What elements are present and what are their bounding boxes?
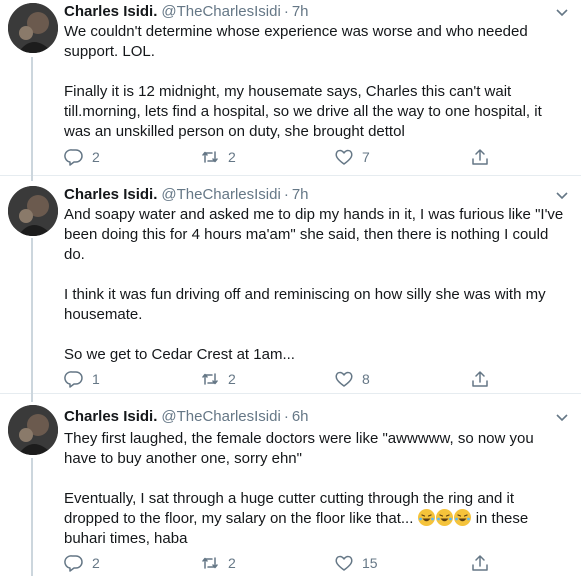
share-button[interactable] <box>470 369 490 389</box>
like-count: 8 <box>362 371 370 387</box>
reply-icon <box>64 149 83 166</box>
tweet-header: Charles Isidi. @TheCharlesIsidi · 7h <box>64 186 309 204</box>
chevron-down-icon[interactable] <box>555 411 569 425</box>
separator: · <box>283 3 289 20</box>
retweet-count: 2 <box>228 149 236 165</box>
reply-icon <box>64 371 83 388</box>
timestamp[interactable]: 7h <box>292 186 309 203</box>
share-button[interactable] <box>470 147 490 167</box>
like-icon <box>335 555 353 571</box>
separator: · <box>283 408 289 425</box>
share-icon <box>472 149 488 165</box>
tweet-text: They first laughed, the female doctors w… <box>64 429 569 549</box>
tweet-actions: 2 2 15 <box>64 553 504 573</box>
tweet-actions: 2 2 7 <box>64 147 504 167</box>
like-icon <box>335 371 353 387</box>
user-handle[interactable]: @TheCharlesIsidi <box>161 186 280 203</box>
retweet-count: 2 <box>228 555 236 571</box>
rolling-on-floor-laughing-emoji <box>435 509 453 526</box>
avatar[interactable] <box>8 186 58 236</box>
retweet-count: 2 <box>228 371 236 387</box>
retweet-button[interactable]: 2 <box>200 369 236 389</box>
tweet-header: Charles Isidi. @TheCharlesIsidi · 7h <box>64 3 309 21</box>
retweet-icon <box>202 151 218 163</box>
timestamp[interactable]: 6h <box>292 408 309 425</box>
share-icon <box>472 371 488 387</box>
display-name[interactable]: Charles Isidi. <box>64 186 157 203</box>
user-handle[interactable]: @TheCharlesIsidi <box>161 408 280 425</box>
thread-line <box>31 176 33 181</box>
user-handle[interactable]: @TheCharlesIsidi <box>161 3 280 20</box>
share-icon <box>472 555 488 571</box>
retweet-button[interactable]: 2 <box>200 553 236 573</box>
reply-button[interactable]: 2 <box>64 553 100 573</box>
chevron-down-icon[interactable] <box>555 6 569 20</box>
thread-line <box>31 394 33 402</box>
tweet-actions: 1 2 8 <box>64 369 504 389</box>
separator: · <box>283 186 289 203</box>
retweet-button[interactable]: 2 <box>200 147 236 167</box>
avatar[interactable] <box>8 405 58 455</box>
tweet-header: Charles Isidi. @TheCharlesIsidi · 6h <box>64 408 309 426</box>
tweet[interactable]: Charles Isidi. @TheCharlesIsidi · 7h And so… <box>0 176 581 394</box>
like-count: 7 <box>362 149 370 165</box>
like-count: 15 <box>362 555 378 571</box>
like-button[interactable]: 15 <box>334 553 378 573</box>
like-icon <box>335 149 353 165</box>
timestamp[interactable]: 7h <box>292 3 309 20</box>
retweet-icon <box>202 557 218 569</box>
rolling-on-floor-laughing-emoji <box>417 509 435 526</box>
reply-icon <box>64 555 83 572</box>
rolling-on-floor-laughing-emoji <box>453 509 471 526</box>
chevron-down-icon[interactable] <box>555 189 569 203</box>
reply-count: 1 <box>92 371 100 387</box>
reply-button[interactable]: 1 <box>64 369 100 389</box>
reply-count: 2 <box>92 149 100 165</box>
thread-line <box>31 238 33 394</box>
tweet[interactable]: Charles Isidi. @TheCharlesIsidi · 7h We cou… <box>0 0 581 176</box>
reply-count: 2 <box>92 555 100 571</box>
like-button[interactable]: 7 <box>334 147 370 167</box>
tweet-text: We couldn't determine whose experience w… <box>64 23 542 140</box>
thread-line <box>31 57 33 176</box>
like-button[interactable]: 8 <box>334 369 370 389</box>
tweet-text: And soapy water and asked me to dip my h… <box>64 206 564 363</box>
display-name[interactable]: Charles Isidi. <box>64 408 157 425</box>
share-button[interactable] <box>470 553 490 573</box>
tweet[interactable]: Charles Isidi. @TheCharlesIsidi · 6h They f… <box>0 394 581 576</box>
reply-button[interactable]: 2 <box>64 147 100 167</box>
thread-line <box>31 458 33 576</box>
avatar[interactable] <box>8 3 58 53</box>
retweet-icon <box>202 373 218 385</box>
display-name[interactable]: Charles Isidi. <box>64 3 157 20</box>
